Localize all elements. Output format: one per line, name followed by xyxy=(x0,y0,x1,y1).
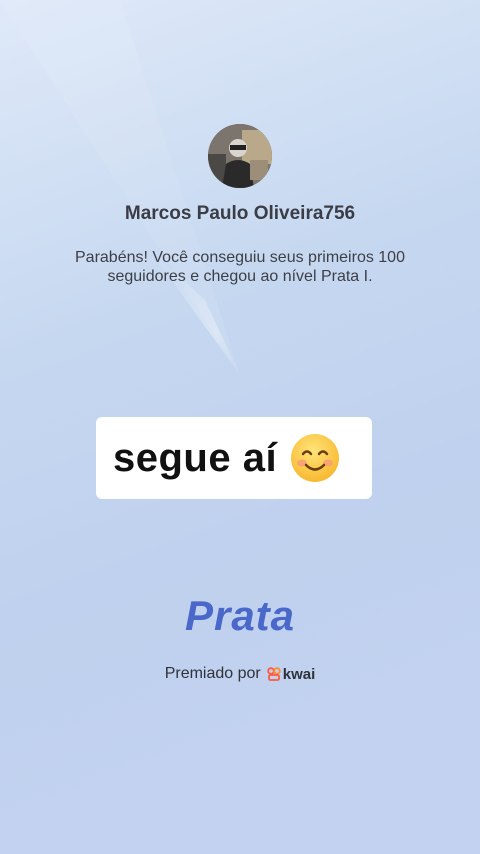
tier-title: Prata xyxy=(184,592,296,639)
awarded-by: Premiado por kwai xyxy=(0,665,480,683)
kwai-logo-icon xyxy=(267,667,281,681)
achievement-message: Parabéns! Você conseguiu seus primeiros … xyxy=(75,249,405,285)
user-photo-icon xyxy=(208,124,272,188)
awarded-by-label: Premiado por xyxy=(164,665,261,682)
brand-name: kwai xyxy=(282,665,316,683)
sticker-text: segue aí xyxy=(113,435,278,480)
avatar[interactable] xyxy=(208,124,272,188)
text-sticker[interactable]: segue aí xyxy=(96,417,372,499)
username: Marcos Paulo Oliveira756 xyxy=(124,203,356,224)
smiling-face-emoji-icon xyxy=(291,434,340,482)
